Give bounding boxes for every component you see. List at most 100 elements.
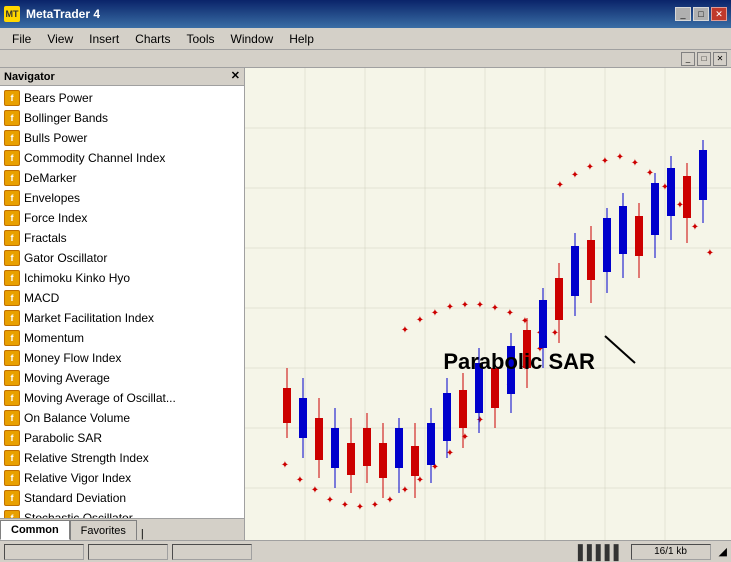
nav-item-icon: f [4, 490, 20, 506]
svg-text:✦: ✦ [676, 200, 684, 211]
svg-text:✦: ✦ [341, 500, 349, 511]
nav-item-icon: f [4, 270, 20, 286]
svg-text:✦: ✦ [446, 302, 454, 313]
nav-item[interactable]: fMarket Facilitation Index [0, 308, 244, 328]
mdi-close[interactable]: ✕ [713, 52, 727, 66]
svg-text:✦: ✦ [491, 303, 499, 314]
minimize-button[interactable]: _ [675, 7, 691, 21]
nav-item-label: Bears Power [24, 91, 93, 105]
title-bar-left: MT MetaTrader 4 [4, 6, 100, 22]
nav-item[interactable]: f Gator Oscillator [0, 248, 244, 268]
nav-item[interactable]: f Commodity Channel Index [0, 148, 244, 168]
resize-icon: ◢ [719, 545, 727, 558]
nav-item[interactable]: f Moving Average of Oscillat... [0, 388, 244, 408]
nav-item-icon: f [4, 470, 20, 486]
nav-item[interactable]: fRelative Strength Index [0, 448, 244, 468]
mdi-maximize[interactable]: □ [697, 52, 711, 66]
main-area: Navigator ✕ fBears PowerfBollinger Bands… [0, 68, 731, 540]
svg-text:✦: ✦ [476, 300, 484, 311]
menu-window[interactable]: Window [223, 30, 282, 48]
nav-item-icon: f [4, 190, 20, 206]
nav-item-icon: f [4, 90, 20, 106]
nav-item[interactable]: fParabolic SAR [0, 428, 244, 448]
nav-item-icon: f [4, 250, 20, 266]
tab-separator: | [137, 528, 148, 540]
svg-text:✦: ✦ [431, 308, 439, 319]
menu-insert[interactable]: Insert [81, 30, 127, 48]
menu-bar: File View Insert Charts Tools Window Hel… [0, 28, 731, 50]
nav-item[interactable]: f Moving Average [0, 368, 244, 388]
status-panel-mid [88, 544, 168, 560]
nav-item-label: Gator Oscillator [24, 251, 107, 265]
nav-item-icon: f [4, 390, 20, 406]
nav-item[interactable]: fMACD [0, 288, 244, 308]
navigator-list[interactable]: fBears PowerfBollinger BandsfBulls Power… [0, 86, 244, 518]
nav-item[interactable]: f Ichimoku Kinko Hyo [0, 268, 244, 288]
nav-item-label: MACD [24, 291, 59, 305]
navigator-title: Navigator [4, 71, 55, 83]
nav-item-icon: f [4, 370, 20, 386]
app-title: MetaTrader 4 [26, 7, 100, 21]
nav-item-label: Bollinger Bands [24, 111, 108, 125]
nav-item[interactable]: fBollinger Bands [0, 108, 244, 128]
svg-text:✦: ✦ [386, 495, 394, 506]
svg-text:✦: ✦ [586, 162, 594, 173]
nav-item[interactable]: fBulls Power [0, 128, 244, 148]
status-left [4, 544, 252, 560]
nav-item-icon: f [4, 210, 20, 226]
chart-area[interactable]: ✦ ✦ ✦ ✦ ✦ ✦ ✦ ✦ ✦ ✦ ✦ ✦ ✦ ✦ ✦ ✦ ✦ ✦ ✦ ✦ [245, 68, 731, 540]
svg-text:✦: ✦ [461, 432, 469, 443]
nav-item-label: Commodity Channel Index [24, 151, 165, 165]
svg-text:✦: ✦ [356, 502, 364, 513]
nav-item[interactable]: fForce Index [0, 208, 244, 228]
svg-text:✦: ✦ [401, 485, 409, 496]
svg-text:✦: ✦ [476, 415, 484, 426]
nav-item-label: Moving Average [24, 371, 110, 385]
nav-item[interactable]: f Relative Vigor Index [0, 468, 244, 488]
menu-help[interactable]: Help [281, 30, 322, 48]
nav-item[interactable]: fOn Balance Volume [0, 408, 244, 428]
nav-tab-common[interactable]: Common [0, 520, 70, 540]
nav-item[interactable]: fMomentum [0, 328, 244, 348]
nav-tab-favorites[interactable]: Favorites [70, 520, 137, 540]
mdi-minimize[interactable]: _ [681, 52, 695, 66]
menu-view[interactable]: View [39, 30, 81, 48]
status-right: ▌▌▌▌▌ 16/1 kb ◢ [578, 544, 727, 560]
chart-svg: ✦ ✦ ✦ ✦ ✦ ✦ ✦ ✦ ✦ ✦ ✦ ✦ ✦ ✦ ✦ ✦ ✦ ✦ ✦ ✦ [245, 68, 731, 540]
menu-tools[interactable]: Tools [179, 30, 223, 48]
nav-item[interactable]: fFractals [0, 228, 244, 248]
svg-text:✦: ✦ [326, 495, 334, 506]
svg-text:✦: ✦ [691, 222, 699, 233]
nav-item-icon: f [4, 450, 20, 466]
mdi-bar: _ □ ✕ [0, 50, 731, 68]
nav-item[interactable]: f Bears Power [0, 88, 244, 108]
app-icon: MT [4, 6, 20, 22]
nav-item-icon: f [4, 350, 20, 366]
svg-text:✦: ✦ [601, 156, 609, 167]
svg-text:✦: ✦ [296, 475, 304, 486]
svg-text:✦: ✦ [416, 475, 424, 486]
nav-item-label: Ichimoku Kinko Hyo [24, 271, 130, 285]
nav-item-icon: f [4, 410, 20, 426]
maximize-button[interactable]: □ [693, 7, 709, 21]
svg-text:✦: ✦ [311, 485, 319, 496]
nav-item-label: Money Flow Index [24, 351, 121, 365]
navigator-close-button[interactable]: ✕ [231, 71, 240, 82]
svg-text:✦: ✦ [461, 300, 469, 311]
navigator-panel: Navigator ✕ fBears PowerfBollinger Bands… [0, 68, 245, 540]
nav-item[interactable]: fStandard Deviation [0, 488, 244, 508]
close-button[interactable]: ✕ [711, 7, 727, 21]
bars-icon: ▌▌▌▌▌ [578, 544, 623, 560]
nav-item-label: Relative Vigor Index [24, 471, 131, 485]
nav-item-label: Moving Average of Oscillat... [24, 391, 176, 405]
menu-charts[interactable]: Charts [127, 30, 178, 48]
menu-file[interactable]: File [4, 30, 39, 48]
nav-item-label: Momentum [24, 331, 84, 345]
nav-item[interactable]: fDeMarker [0, 168, 244, 188]
nav-item-icon: f [4, 150, 20, 166]
nav-item[interactable]: fStochastic Oscillator [0, 508, 244, 518]
nav-item[interactable]: fEnvelopes [0, 188, 244, 208]
nav-item[interactable]: f Money Flow Index [0, 348, 244, 368]
nav-item-icon: f [4, 310, 20, 326]
svg-text:✦: ✦ [401, 325, 409, 336]
